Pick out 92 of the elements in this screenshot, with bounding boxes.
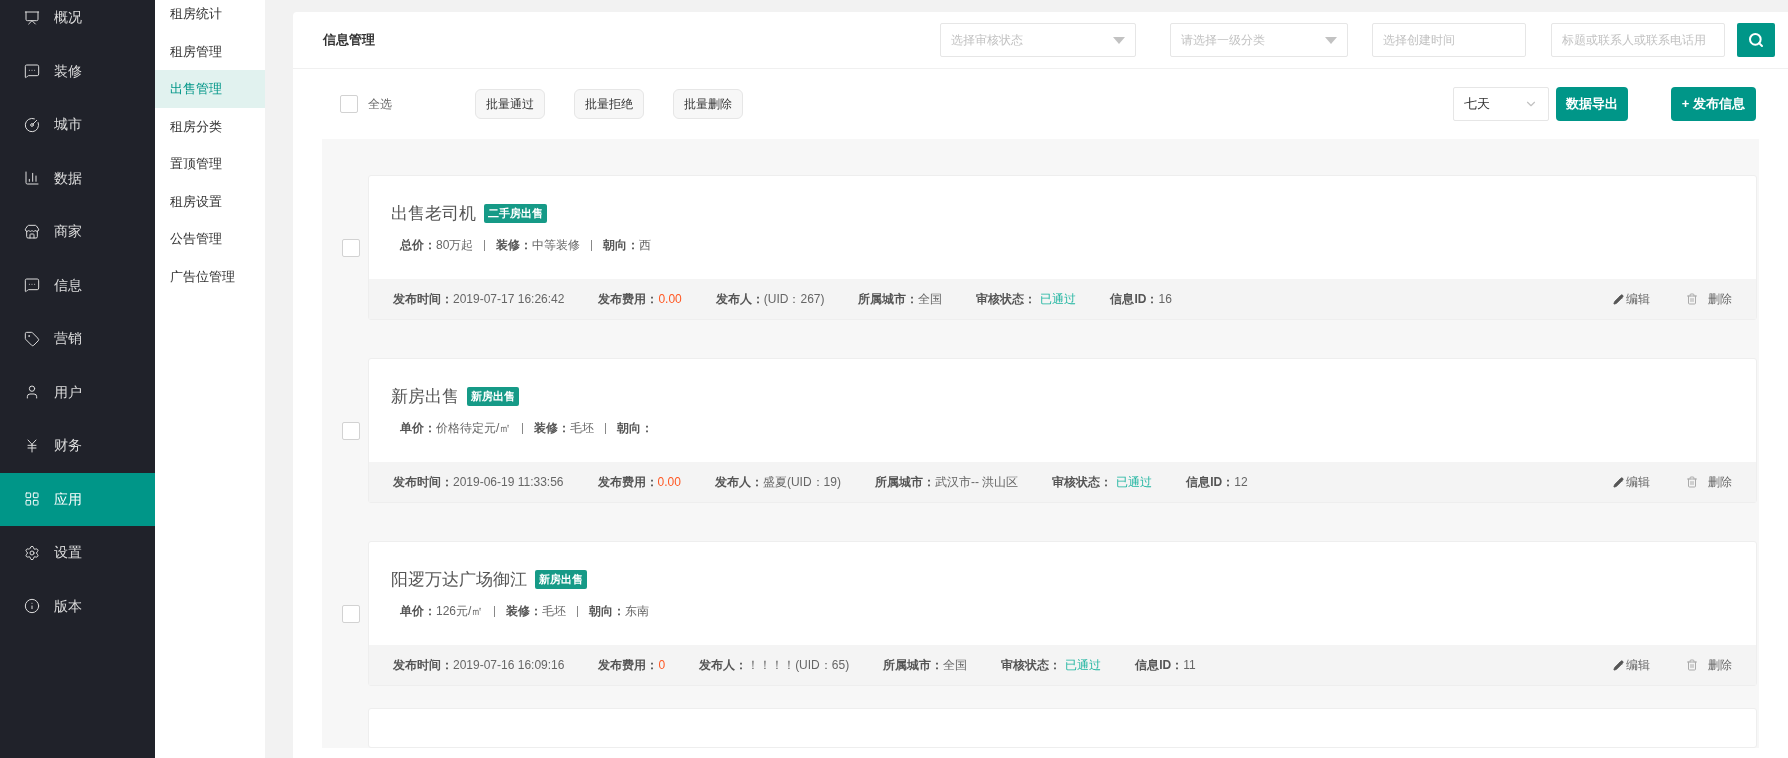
meta-text: 所属城市：全国 bbox=[858, 291, 943, 308]
sidebar-item[interactable]: 用户 bbox=[0, 365, 155, 419]
checkbox[interactable] bbox=[340, 95, 358, 113]
meta-text: 审核状态： 已通过 bbox=[1052, 474, 1153, 491]
meta-text: 信息ID：16 bbox=[1110, 291, 1172, 308]
select-all-label: 全选 bbox=[368, 96, 392, 113]
meta-text: 审核状态： 已通过 bbox=[976, 291, 1077, 308]
pencil-icon bbox=[1613, 659, 1624, 671]
submenu-item[interactable]: 租房统计 bbox=[155, 0, 265, 33]
spec-text: 朝向：东南 bbox=[589, 603, 650, 621]
gauge-icon bbox=[24, 116, 40, 133]
user-icon bbox=[24, 384, 40, 401]
batch-button[interactable]: 批量通过 bbox=[475, 89, 545, 119]
category-tag: 新房出售 bbox=[467, 387, 519, 406]
edit-button[interactable]: 编辑 bbox=[1613, 473, 1650, 491]
presentation-icon bbox=[24, 9, 40, 26]
yen-icon bbox=[24, 437, 40, 454]
sidebar-item[interactable]: 商家 bbox=[0, 205, 155, 259]
meta-text: 审核状态： 已通过 bbox=[1001, 657, 1102, 674]
delete-button[interactable]: 删除 bbox=[1686, 290, 1732, 308]
submenu-item[interactable]: 租房管理 bbox=[155, 32, 265, 70]
export-button[interactable]: 数据导出 bbox=[1555, 87, 1628, 121]
meta-text: 发布时间：2019-07-17 16:26:42 bbox=[393, 291, 565, 308]
store-icon bbox=[24, 223, 40, 240]
publish-button[interactable]: + 发布信息 bbox=[1670, 87, 1756, 121]
spec-text: 朝向：西 bbox=[603, 237, 652, 255]
sidebar-item[interactable]: 版本 bbox=[0, 579, 155, 633]
bar-chart-icon bbox=[24, 170, 40, 187]
meta-text: 所属城市：全国 bbox=[883, 657, 968, 674]
submenu-item[interactable]: 租房分类 bbox=[155, 107, 265, 145]
batch-button[interactable]: 批量拒绝 bbox=[574, 89, 644, 119]
trash-icon bbox=[1686, 293, 1698, 305]
spec-text: 单价：126元/㎡ bbox=[400, 603, 484, 621]
listing-title[interactable]: 阳逻万达广场御江 bbox=[391, 566, 527, 593]
period-select[interactable]: 七天 bbox=[1452, 87, 1549, 121]
spec-text: 朝向： bbox=[617, 420, 654, 438]
settings-icon bbox=[24, 544, 40, 561]
sidebar-item[interactable]: 信息 bbox=[0, 258, 155, 312]
category-tag: 二手房出售 bbox=[484, 204, 547, 223]
checkbox[interactable] bbox=[342, 238, 360, 257]
spec-text: 总价：80万起 bbox=[400, 237, 474, 255]
spec-text: 装修：毛坯 bbox=[534, 420, 595, 438]
dropdown-triangle-icon bbox=[1113, 36, 1125, 44]
meta-text: 发布费用：0 bbox=[598, 657, 666, 674]
chat-bubble-icon bbox=[24, 63, 40, 80]
submenu-item[interactable]: 公告管理 bbox=[155, 220, 265, 258]
sidebar-item[interactable]: 财务 bbox=[0, 419, 155, 473]
chat-bubble-icon bbox=[24, 277, 40, 294]
sidebar-item[interactable]: 城市 bbox=[0, 98, 155, 152]
info-icon bbox=[24, 598, 40, 615]
search-icon bbox=[1748, 32, 1764, 48]
submenu-item[interactable]: 置顶管理 bbox=[155, 145, 265, 183]
trash-icon bbox=[1686, 476, 1698, 488]
spec-text: 装修：中等装修 bbox=[496, 237, 581, 255]
tag-icon bbox=[24, 330, 40, 347]
sidebar-item[interactable]: 设置 bbox=[0, 526, 155, 580]
delete-button[interactable]: 删除 bbox=[1686, 656, 1732, 674]
page-title: 信息管理 bbox=[323, 31, 375, 50]
submenu-item[interactable]: 租房设置 bbox=[155, 182, 265, 220]
meta-text: 发布人：盛夏(UID：19) bbox=[714, 474, 841, 491]
sidebar-item[interactable]: 概况 bbox=[0, 0, 155, 45]
submenu-item[interactable]: 广告位管理 bbox=[155, 257, 265, 295]
spec-text: 单价：价格待定元/㎡ bbox=[400, 420, 512, 438]
pencil-icon bbox=[1613, 476, 1624, 488]
dropdown-triangle-icon bbox=[1325, 36, 1337, 44]
meta-text: 发布人：！！！！(UID：65) bbox=[699, 657, 850, 674]
meta-text: 发布费用：0.00 bbox=[598, 291, 682, 308]
sidebar-item[interactable]: 数据 bbox=[0, 151, 155, 205]
grid-icon bbox=[24, 491, 40, 508]
meta-text: 发布人：(UID：267) bbox=[715, 291, 825, 308]
sidebar-item[interactable]: 营销 bbox=[0, 312, 155, 366]
trash-icon bbox=[1686, 659, 1698, 671]
edit-button[interactable]: 编辑 bbox=[1613, 656, 1650, 674]
batch-button[interactable]: 批量删除 bbox=[673, 89, 743, 119]
delete-button[interactable]: 删除 bbox=[1686, 473, 1732, 491]
pencil-icon bbox=[1613, 293, 1624, 305]
meta-text: 发布时间：2019-06-19 11:33:56 bbox=[393, 474, 564, 491]
spec-text: 装修：毛坯 bbox=[506, 603, 567, 621]
listing-title[interactable]: 新房出售 bbox=[391, 383, 459, 410]
meta-text: 信息ID：12 bbox=[1186, 474, 1248, 491]
checkbox[interactable] bbox=[342, 421, 360, 440]
meta-text: 发布费用：0.00 bbox=[597, 474, 681, 491]
category-tag: 新房出售 bbox=[535, 570, 587, 589]
meta-text: 发布时间：2019-07-16 16:09:16 bbox=[393, 657, 565, 674]
meta-text: 信息ID：11 bbox=[1135, 657, 1196, 674]
search-button[interactable] bbox=[1737, 23, 1775, 57]
sidebar-item[interactable]: 应用 bbox=[0, 472, 155, 526]
checkbox[interactable] bbox=[342, 604, 360, 623]
meta-text: 所属城市：武汉市-- 洪山区 bbox=[874, 474, 1019, 491]
sidebar-item[interactable]: 装修 bbox=[0, 44, 155, 98]
edit-button[interactable]: 编辑 bbox=[1613, 290, 1650, 308]
listing-title[interactable]: 出售老司机 bbox=[391, 200, 476, 227]
